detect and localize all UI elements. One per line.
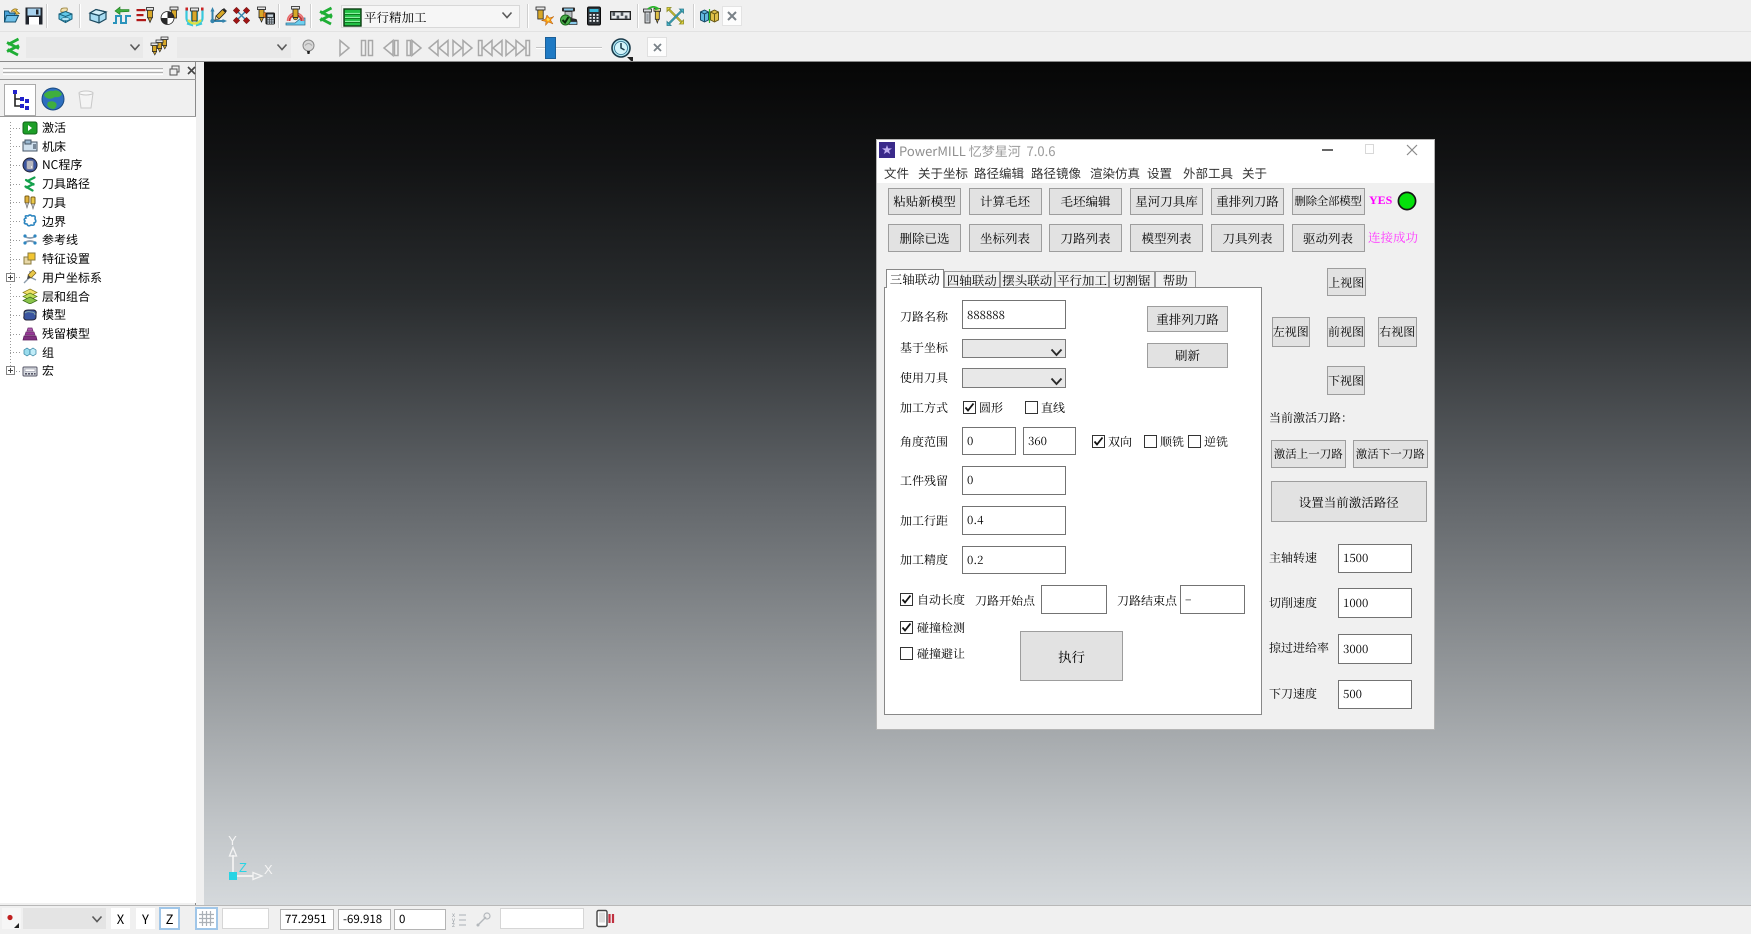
svg-text:z: z xyxy=(452,923,455,928)
